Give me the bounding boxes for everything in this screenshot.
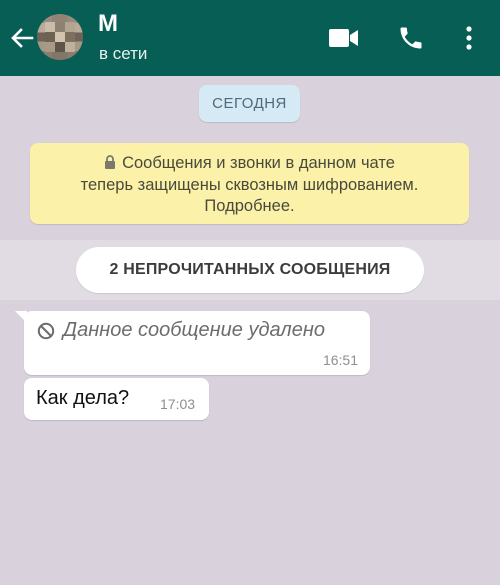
contact-status: в сети: [99, 44, 148, 63]
avatar[interactable]: [37, 14, 83, 60]
message-bubble[interactable]: Как дела? 17:03: [24, 378, 209, 420]
message-text: Как дела?: [36, 387, 130, 409]
more-vertical-icon[interactable]: [453, 22, 485, 54]
back-arrow-icon[interactable]: [8, 24, 36, 52]
deleted-message-text: Данное сообщение удалено: [63, 319, 325, 341]
chat-header: М в сети: [0, 0, 500, 76]
contact-name[interactable]: М: [98, 10, 118, 38]
encryption-notice-line1: Сообщения и звонки в данном чате: [122, 154, 395, 172]
message-bubble-deleted[interactable]: Данное сообщение удалено 16:51: [15, 311, 370, 375]
phone-call-icon[interactable]: [395, 22, 427, 54]
unread-messages-banner: 2 НЕПРОЧИТАННЫХ СООБЩЕНИЯ: [76, 247, 424, 293]
bubble-tail: [15, 311, 27, 323]
encryption-notice[interactable]: Сообщения и звонки в данном чате теперь …: [30, 143, 469, 224]
message-time: 16:51: [322, 352, 358, 368]
date-chip: СЕГОДНЯ: [199, 85, 300, 122]
video-call-icon[interactable]: [328, 22, 360, 54]
message-time: 17:03: [160, 396, 196, 412]
lock-icon: [104, 154, 116, 175]
deleted-icon: [37, 322, 55, 339]
encryption-notice-line2: теперь защищены сквозным шифрованием.: [80, 176, 419, 194]
deleted-message: Данное сообщение удалено: [37, 319, 325, 342]
encryption-learn-more[interactable]: Подробнее.: [30, 196, 469, 217]
